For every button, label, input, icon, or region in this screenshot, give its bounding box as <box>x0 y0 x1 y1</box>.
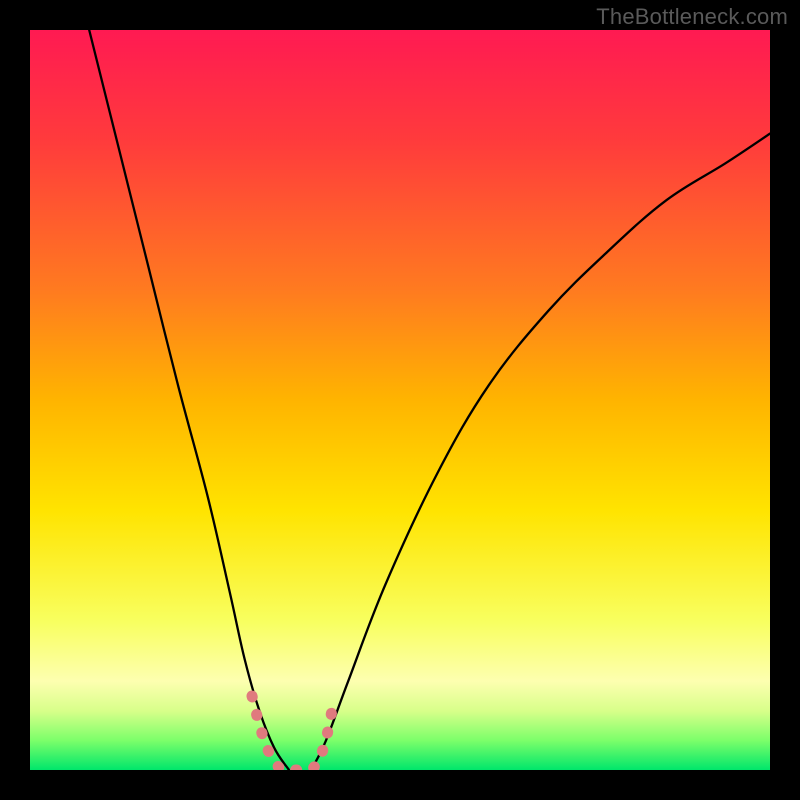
curve-right-branch <box>311 134 770 770</box>
plot-area <box>30 30 770 770</box>
curves-layer <box>30 30 770 770</box>
user-range-marker <box>252 696 333 770</box>
chart-container: TheBottleneck.com <box>0 0 800 800</box>
watermark-text: TheBottleneck.com <box>596 4 788 30</box>
curve-left-branch <box>89 30 289 770</box>
